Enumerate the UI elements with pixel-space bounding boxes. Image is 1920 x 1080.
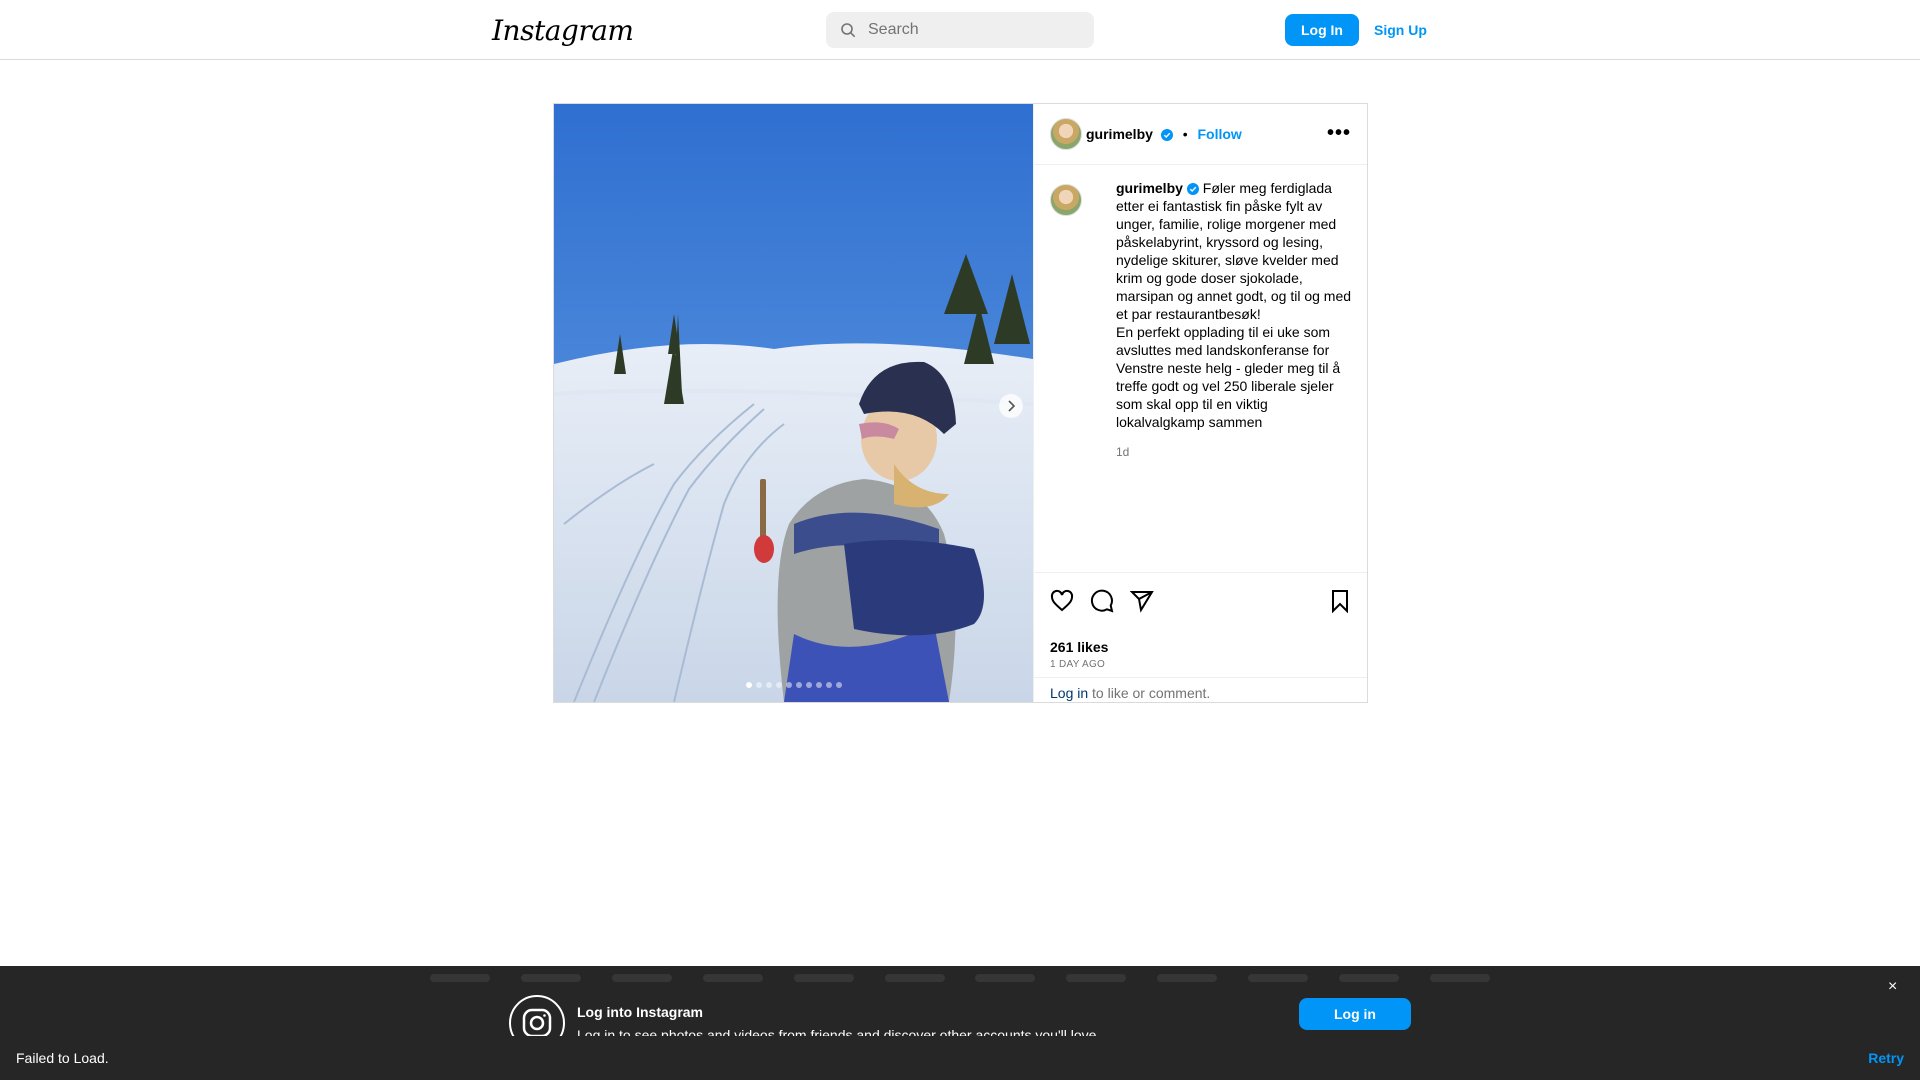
- carousel-dot: [755, 682, 762, 688]
- post-card: gurimelby • Follow ••• gurimelby Føler m…: [553, 103, 1368, 703]
- post-header: gurimelby • Follow •••: [1034, 104, 1367, 165]
- search-icon: [841, 23, 856, 38]
- error-message: Failed to Load.: [16, 1050, 109, 1066]
- carousel-dot: [825, 682, 832, 688]
- retry-button[interactable]: Retry: [1868, 1050, 1904, 1066]
- verified-badge-icon: [1186, 183, 1199, 195]
- post-photo[interactable]: [554, 104, 1033, 702]
- follow-button[interactable]: Follow: [1197, 126, 1241, 142]
- caption-username[interactable]: gurimelby: [1116, 180, 1183, 196]
- carousel-dot: [745, 682, 752, 688]
- carousel-dot: [795, 682, 802, 688]
- login-link[interactable]: Log in: [1050, 685, 1088, 701]
- login-banner: Log into Instagram Log in to see photos …: [0, 966, 1920, 1051]
- author-avatar[interactable]: [1050, 118, 1082, 150]
- author-username[interactable]: gurimelby: [1086, 126, 1153, 142]
- verified-badge-icon: [1160, 129, 1173, 141]
- banner-login-button[interactable]: Log in: [1299, 998, 1411, 1030]
- photo-skier-in-snow: [554, 104, 1033, 702]
- bookmark-icon[interactable]: [1329, 589, 1351, 613]
- caption-body: Føler meg ferdiglada etter ei fantastisk…: [1116, 180, 1352, 430]
- post-actions: 261 likes 1 DAY AGO Log in to like or co…: [1034, 572, 1367, 702]
- carousel-dot: [765, 682, 772, 688]
- close-icon[interactable]: ×: [1888, 978, 1897, 996]
- carousel-dot: [805, 682, 812, 688]
- heart-icon[interactable]: [1050, 589, 1074, 613]
- post-time: 1 DAY AGO: [1050, 659, 1106, 670]
- share-icon[interactable]: [1130, 589, 1154, 613]
- search-input[interactable]: [868, 21, 1068, 39]
- error-toast: Failed to Load. Retry: [0, 1036, 1920, 1080]
- caption-text-block: gurimelby Føler meg ferdiglada etter ei …: [1116, 179, 1352, 431]
- caption-author-avatar[interactable]: [1050, 184, 1082, 216]
- login-prompt: Log in to like or comment.: [1034, 677, 1367, 703]
- more-options-icon[interactable]: •••: [1327, 122, 1351, 145]
- post-author-row: gurimelby • Follow: [1086, 126, 1242, 142]
- carousel-dot: [815, 682, 822, 688]
- footer-links-background: [430, 970, 1490, 986]
- carousel-indicator: [554, 682, 1033, 688]
- like-count[interactable]: 261 likes: [1050, 639, 1108, 655]
- chevron-right-icon: [1008, 400, 1016, 412]
- carousel-dot: [785, 682, 792, 688]
- login-prompt-text: to like or comment.: [1088, 685, 1211, 701]
- top-nav: Instagram Log In Sign Up: [0, 0, 1920, 60]
- caption-timestamp: 1d: [1116, 445, 1130, 459]
- instagram-logo[interactable]: Instagram: [492, 14, 634, 47]
- banner-title: Log into Instagram: [577, 1004, 703, 1020]
- signup-link[interactable]: Sign Up: [1374, 22, 1427, 38]
- login-button[interactable]: Log In: [1285, 14, 1359, 46]
- separator-dot: •: [1182, 126, 1188, 142]
- carousel-dot: [775, 682, 782, 688]
- carousel-next-button[interactable]: [999, 394, 1023, 418]
- search-box[interactable]: [826, 12, 1094, 48]
- comment-icon[interactable]: [1090, 589, 1114, 613]
- post-sidebar: gurimelby • Follow ••• gurimelby Føler m…: [1033, 104, 1367, 702]
- carousel-dot: [835, 682, 842, 688]
